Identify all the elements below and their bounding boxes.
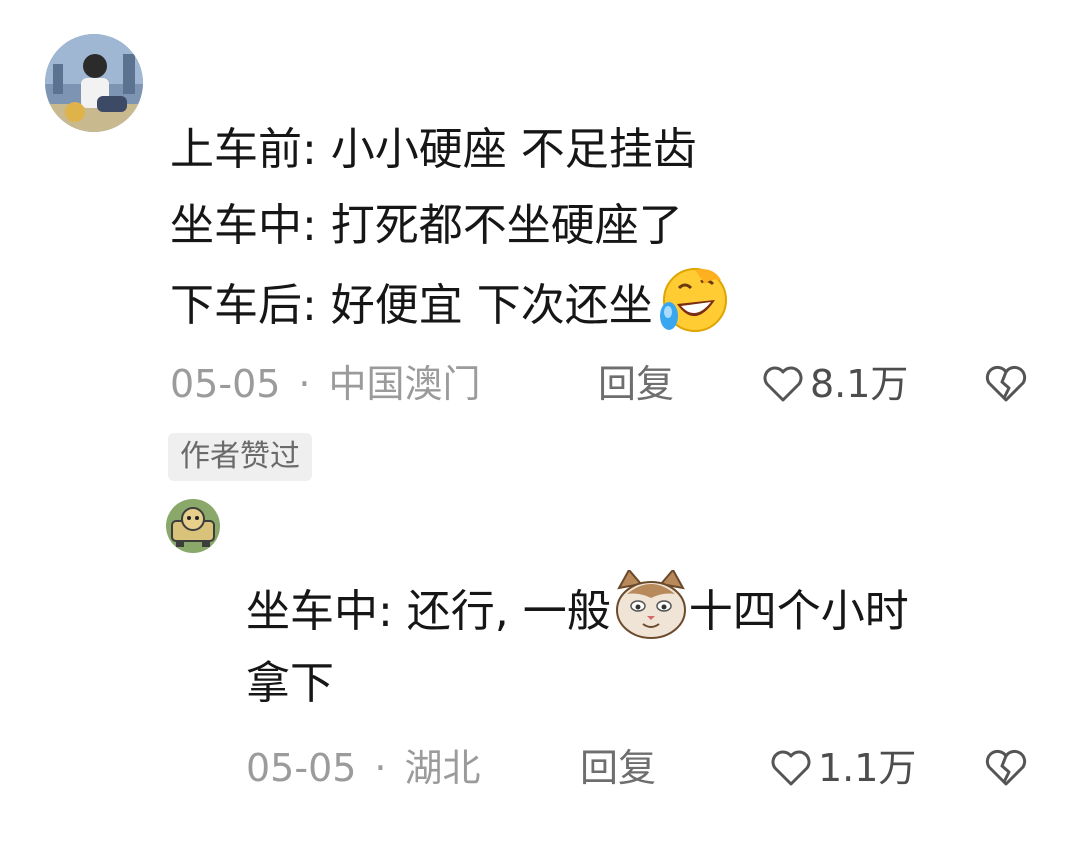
- comment-line: 下车后: 好便宜 下次还坐: [170, 280, 653, 331]
- broken-heart-icon: [985, 365, 1027, 402]
- comment-location: 湖北: [404, 746, 481, 790]
- comment-line: 坐车中: 打死都不坐硬座了: [170, 200, 683, 251]
- dislike-button[interactable]: [984, 740, 1028, 796]
- comment-meta: 05-05 · 中国澳门 回复 8.1万: [170, 356, 1050, 412]
- comment-date: 05-05: [246, 746, 357, 790]
- user-avatar[interactable]: [166, 499, 220, 553]
- dislike-button[interactable]: [984, 356, 1028, 412]
- like-count: 1.1万: [818, 746, 917, 790]
- reply-button[interactable]: 回复: [580, 740, 656, 796]
- comment-line-tail: 十四个小时: [688, 586, 909, 637]
- comment-text: 坐车中: 还行, 一般 十四个小时 拿下: [246, 568, 909, 722]
- reply-button[interactable]: 回复: [598, 356, 674, 412]
- user-avatar[interactable]: [45, 34, 143, 132]
- comment-line: 上车前: 小小硬座 不足挂齿: [170, 124, 697, 175]
- heart-icon: [763, 366, 803, 402]
- like-button[interactable]: 1.1万: [770, 740, 916, 796]
- separator-dot: ·: [298, 362, 311, 406]
- cat-face-emoji-icon: [613, 568, 689, 664]
- comment-meta: 05-05 · 湖北 回复 1.1万: [246, 740, 1050, 796]
- heart-icon: [771, 750, 811, 786]
- laughing-crying-emoji-icon: [655, 264, 731, 358]
- comment-line: 拿下: [246, 658, 334, 709]
- like-button[interactable]: 8.1万: [762, 356, 908, 412]
- comment-date: 05-05: [170, 362, 281, 406]
- comment-line: 坐车中: 还行, 一般: [246, 586, 611, 637]
- separator-dot: ·: [374, 746, 387, 790]
- broken-heart-icon: [985, 749, 1027, 786]
- like-count: 8.1万: [810, 362, 909, 406]
- comment-text: 上车前: 小小硬座 不足挂齿 坐车中: 打死都不坐硬座了 下车后: 好便宜 下次…: [170, 112, 731, 340]
- comment-location: 中国澳门: [328, 362, 481, 406]
- author-liked-badge: 作者赞过: [168, 433, 312, 481]
